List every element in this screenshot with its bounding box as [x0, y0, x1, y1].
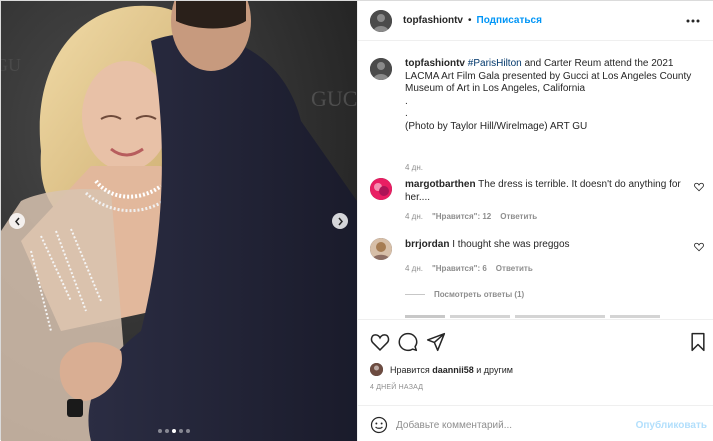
comment-time[interactable]: 4 дн. [405, 264, 423, 273]
carousel-dot [165, 429, 169, 433]
carousel-next-button[interactable] [332, 213, 348, 229]
likes-suffix[interactable]: и другим [476, 365, 513, 375]
post-side-panel: topfashiontv • Подписаться topfashiontv … [357, 1, 713, 441]
svg-text:GUCCI: GUCCI [311, 86, 357, 111]
chevron-right-icon [337, 217, 343, 225]
post-header: topfashiontv • Подписаться [358, 1, 713, 41]
comment-likes[interactable]: "Нравится": 12 [432, 212, 491, 221]
follow-button[interactable]: Подписаться [477, 15, 542, 26]
comment-text: brrjordan I thought she was preggos [405, 238, 685, 251]
heart-icon[interactable] [694, 242, 704, 252]
caption-username[interactable]: topfashiontv [405, 58, 465, 69]
comments-list[interactable]: topfashiontv #ParisHilton and Carter Reu… [358, 42, 713, 318]
author-avatar[interactable] [370, 9, 392, 32]
caption-dot: . [405, 95, 408, 107]
reply-button[interactable]: Ответить [496, 264, 533, 273]
bookmark-icon[interactable] [688, 332, 708, 352]
carousel-dot [186, 429, 190, 433]
reply-button[interactable]: Ответить [500, 212, 537, 221]
carousel-prev-button[interactable] [9, 213, 25, 229]
caption-avatar[interactable] [370, 58, 392, 80]
header-separator: • [468, 15, 472, 26]
svg-text:GU: GU [1, 55, 21, 75]
caption-credit: (Photo by Taylor Hill/Wirelmage) ART GU [405, 120, 588, 132]
comment-likes[interactable]: "Нравится": 6 [432, 264, 487, 273]
post-modal: GUCCI GU [0, 0, 713, 441]
share-icon[interactable] [426, 332, 446, 352]
heart-icon[interactable] [694, 182, 704, 192]
comment-username[interactable]: brrjordan [405, 239, 449, 250]
comment-text: margotbarthen The dress is terrible. It … [405, 178, 685, 204]
more-icon[interactable] [685, 14, 701, 28]
liker-avatar[interactable] [370, 363, 383, 376]
comment-username[interactable]: margotbarthen [405, 179, 476, 190]
caption-time[interactable]: 4 дн. [405, 163, 423, 172]
carousel-dot [158, 429, 162, 433]
comment-input[interactable] [396, 415, 626, 435]
view-replies-button[interactable]: Посмотреть ответы (1) [405, 290, 524, 299]
likes-summary[interactable]: Нравится daannii58 и другим [370, 363, 513, 376]
chevron-left-icon [14, 217, 20, 225]
likes-prefix: Нравится [390, 364, 430, 375]
comment-meta: 4 дн. "Нравится": 6 Ответить [405, 264, 533, 273]
photo-image: GUCCI GU [1, 1, 357, 441]
heart-icon[interactable] [370, 332, 390, 352]
carousel-indicator [158, 429, 190, 433]
comment-body: I thought she was preggos [452, 239, 570, 250]
add-comment-bar: Опубликовать [358, 405, 713, 441]
carousel-dot [172, 429, 176, 433]
replies-divider [405, 294, 425, 295]
view-replies-label: Посмотреть ответы (1) [434, 290, 525, 299]
caption-dot: . [405, 108, 408, 119]
post-timestamp[interactable]: 4 ДНЕЙ НАЗАД [370, 384, 423, 391]
author-username[interactable]: topfashiontv [403, 15, 463, 26]
publish-button[interactable]: Опубликовать [636, 420, 707, 431]
comment-time[interactable]: 4 дн. [405, 212, 423, 221]
comment-avatar[interactable] [370, 238, 392, 260]
comment-icon[interactable] [398, 332, 418, 352]
liker-username[interactable]: daannii58 [432, 365, 474, 375]
comment-meta: 4 дн. "Нравится": 12 Ответить [405, 212, 537, 221]
carousel-dot [179, 429, 183, 433]
action-bar [358, 319, 713, 357]
emoji-icon[interactable] [370, 416, 388, 434]
partial-comment-glimpse [405, 315, 660, 318]
post-photo[interactable]: GUCCI GU [1, 1, 357, 441]
caption-hashtag[interactable]: #ParisHilton [468, 58, 522, 69]
caption-text: topfashiontv #ParisHilton and Carter Reu… [405, 58, 705, 133]
comment-avatar[interactable] [370, 178, 392, 200]
